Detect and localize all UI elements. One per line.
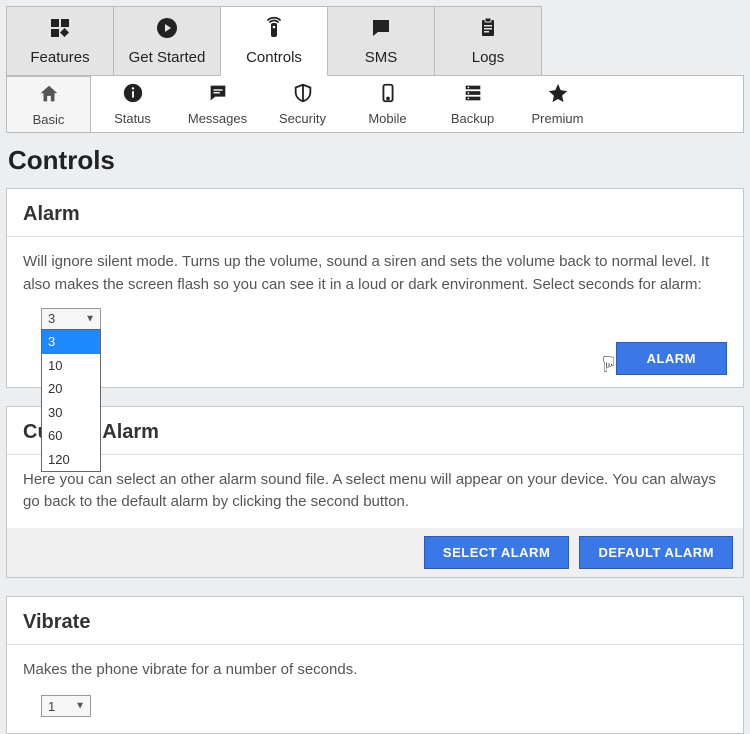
- tab-features[interactable]: Features: [6, 6, 114, 76]
- message-icon: [207, 82, 229, 107]
- mobile-icon: [377, 82, 399, 107]
- select-alarm-button[interactable]: SELECT ALARM: [424, 536, 569, 569]
- play-circle-icon: [155, 16, 179, 43]
- tab-get-started[interactable]: Get Started: [113, 6, 221, 76]
- default-alarm-button[interactable]: DEFAULT ALARM: [579, 536, 733, 569]
- info-icon: [122, 82, 144, 107]
- subtab-label: Status: [114, 111, 151, 126]
- subtab-premium[interactable]: Premium: [515, 76, 600, 132]
- remote-icon: [262, 16, 286, 43]
- alarm-panel: Alarm Will ignore silent mode. Turns up …: [6, 188, 744, 388]
- star-icon: [547, 82, 569, 107]
- home-icon: [38, 83, 60, 108]
- subtab-label: Security: [279, 111, 326, 126]
- custom-alarm-title: Custom Alarm: [7, 407, 743, 455]
- tab-label: Get Started: [129, 49, 206, 66]
- alarm-option[interactable]: 60: [42, 424, 100, 448]
- subtab-basic[interactable]: Basic: [6, 76, 91, 132]
- sub-tabs: Basic Status Messages Security Mobile Ba…: [6, 75, 744, 133]
- alarm-seconds-value: 3: [48, 309, 55, 329]
- subtab-mobile[interactable]: Mobile: [345, 76, 430, 132]
- vibrate-panel: Vibrate Makes the phone vibrate for a nu…: [6, 596, 744, 734]
- subtab-label: Messages: [188, 111, 247, 126]
- custom-alarm-description: Here you can select an other alarm sound…: [23, 469, 727, 514]
- cursor-icon: ☟: [602, 348, 615, 381]
- tab-controls[interactable]: Controls: [220, 6, 328, 76]
- subtab-status[interactable]: Status: [90, 76, 175, 132]
- tab-label: Features: [30, 49, 89, 66]
- vibrate-description: Makes the phone vibrate for a number of …: [23, 659, 727, 682]
- chat-icon: [369, 16, 393, 43]
- main-tabs: Features Get Started Controls SMS Logs: [6, 6, 750, 76]
- subtab-label: Mobile: [368, 111, 406, 126]
- custom-alarm-panel: Custom Alarm Here you can select an othe…: [6, 406, 744, 578]
- clipboard-icon: [476, 16, 500, 43]
- alarm-option[interactable]: 20: [42, 377, 100, 401]
- chevron-down-icon: ▼: [85, 312, 95, 327]
- vibrate-seconds-value: 1: [48, 697, 55, 717]
- subtab-label: Backup: [451, 111, 494, 126]
- alarm-seconds-select[interactable]: 3 ▼: [41, 308, 101, 330]
- subtab-backup[interactable]: Backup: [430, 76, 515, 132]
- vibrate-title: Vibrate: [7, 597, 743, 645]
- alarm-button[interactable]: ALARM: [616, 342, 727, 375]
- shield-icon: [292, 82, 314, 107]
- alarm-option[interactable]: 120: [42, 448, 100, 472]
- alarm-panel-title: Alarm: [7, 189, 743, 237]
- subtab-label: Basic: [33, 112, 65, 127]
- widgets-icon: [48, 16, 72, 43]
- page-title: Controls: [8, 145, 742, 176]
- subtab-label: Premium: [531, 111, 583, 126]
- chevron-down-icon: ▼: [75, 699, 85, 714]
- vibrate-seconds-select[interactable]: 1 ▼: [41, 695, 91, 717]
- alarm-option[interactable]: 3: [42, 330, 100, 354]
- tab-label: Controls: [246, 49, 302, 66]
- tab-logs[interactable]: Logs: [434, 6, 542, 76]
- subtab-messages[interactable]: Messages: [175, 76, 260, 132]
- alarm-option[interactable]: 30: [42, 401, 100, 425]
- alarm-option[interactable]: 10: [42, 354, 100, 378]
- alarm-description: Will ignore silent mode. Turns up the vo…: [23, 251, 727, 296]
- tab-label: SMS: [365, 49, 398, 66]
- alarm-seconds-dropdown: 3 10 20 30 60 120: [41, 329, 101, 472]
- storage-icon: [462, 82, 484, 107]
- tab-label: Logs: [472, 49, 505, 66]
- tab-sms[interactable]: SMS: [327, 6, 435, 76]
- subtab-security[interactable]: Security: [260, 76, 345, 132]
